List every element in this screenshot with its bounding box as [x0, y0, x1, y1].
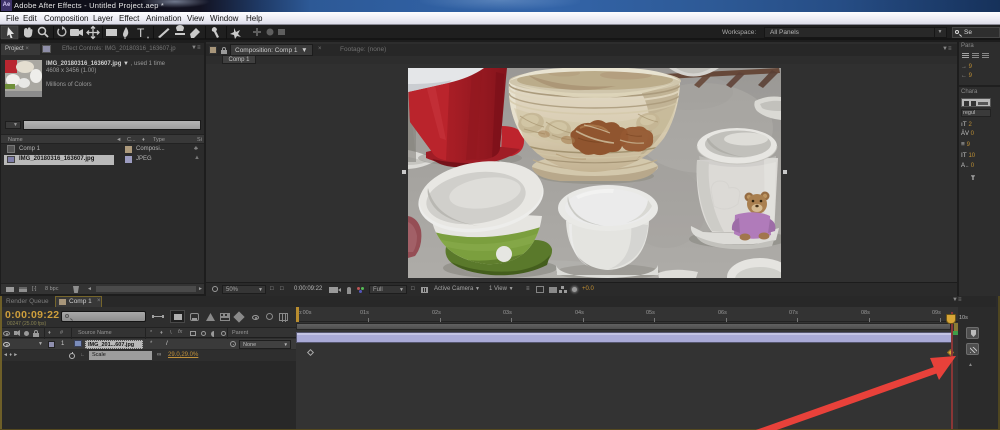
- svg-text:T: T: [137, 26, 145, 40]
